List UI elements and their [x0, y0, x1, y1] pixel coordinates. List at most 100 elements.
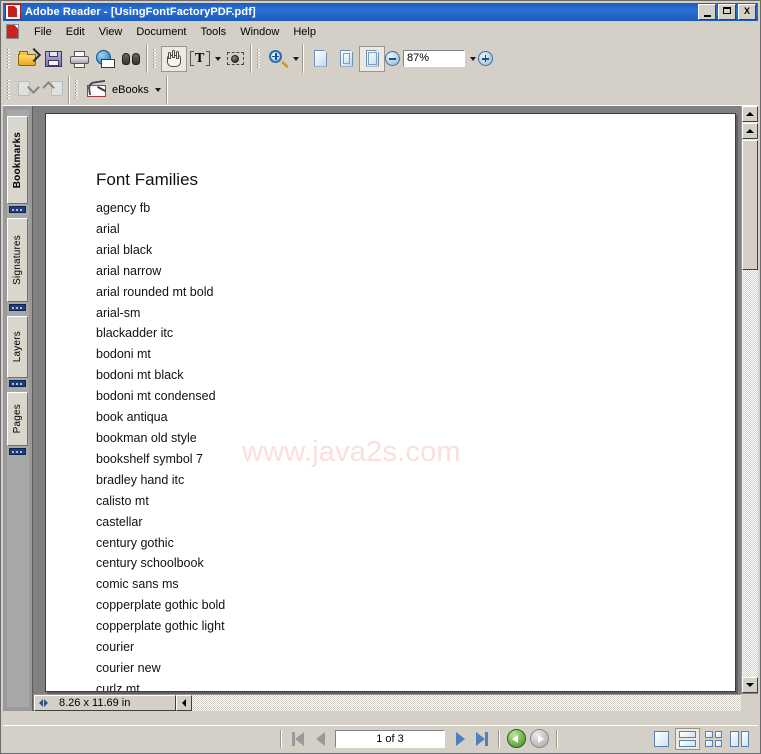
fit-page-button[interactable] — [333, 46, 359, 72]
list-item: copperplate gothic light — [96, 619, 225, 634]
vertical-scrollbar-thumb[interactable] — [742, 140, 758, 270]
toolbar-grip[interactable] — [257, 47, 262, 70]
vertical-scrollbar[interactable] — [741, 106, 758, 693]
layers-tab-grip[interactable] — [9, 380, 26, 387]
menu-item-tools[interactable]: Tools — [194, 24, 234, 40]
list-item: bodoni mt black — [96, 368, 184, 383]
menu-item-help[interactable]: Help — [286, 24, 323, 40]
globe-envelope-icon — [95, 49, 117, 69]
facing-pages-icon — [705, 730, 722, 747]
ebooks-group: eBooks — [71, 75, 168, 104]
sidebar-tab-bookmarks-label: Bookmarks — [12, 131, 23, 189]
zoom-tool-chevron-down-icon[interactable] — [291, 47, 301, 71]
signatures-tab-grip[interactable] — [9, 304, 26, 311]
document-work-area: Bookmarks Signatures Layers Pages Font F… — [3, 105, 758, 711]
horizontal-scrollbar-thumb[interactable] — [176, 695, 192, 711]
email-button[interactable] — [93, 46, 119, 72]
continuous-layout-button[interactable] — [675, 727, 700, 750]
actual-size-button[interactable] — [307, 46, 333, 72]
minimize-button[interactable] — [698, 4, 716, 20]
menu-item-window[interactable]: Window — [233, 24, 286, 40]
continuous-facing-pages-icon — [730, 730, 749, 747]
scroll-page-up-button[interactable] — [742, 123, 758, 139]
pdf-page: Font Families agency fb arial arial blac… — [45, 113, 736, 692]
zoom-input[interactable]: 87% — [403, 50, 465, 67]
adobe-reader-window: Adobe Reader - [UsingFontFactoryPDF.pdf]… — [0, 0, 761, 754]
minimize-icon — [699, 15, 715, 17]
zoom-in-circle-icon[interactable] — [478, 51, 493, 66]
menu-item-edit[interactable]: Edit — [59, 24, 92, 40]
forward-arrow-icon[interactable] — [530, 729, 549, 748]
select-text-button[interactable] — [187, 46, 213, 72]
divider — [556, 729, 558, 748]
sidebar-tab-bookmarks[interactable]: Bookmarks — [7, 116, 28, 204]
page-size-indicator: 8.26 x 11.69 in — [34, 695, 176, 711]
ebooks-button[interactable]: eBooks — [83, 78, 165, 102]
menu-item-document[interactable]: Document — [129, 24, 193, 40]
zoom-level-chevron-down-icon[interactable] — [468, 47, 478, 71]
toolbar-grip[interactable] — [7, 47, 12, 70]
zoom-tool-button[interactable] — [265, 46, 291, 72]
scroll-up-button[interactable] — [742, 106, 758, 122]
first-page-button[interactable] — [287, 729, 309, 749]
list-item: arial — [96, 221, 120, 236]
last-page-button[interactable] — [471, 729, 493, 749]
list-item: arial black — [96, 242, 153, 257]
open-file-button[interactable] — [15, 46, 42, 72]
page-width-icon — [363, 49, 381, 69]
list-item: castellar — [96, 514, 143, 529]
toolbar-grip[interactable] — [7, 78, 12, 101]
acrobat-icon — [5, 4, 21, 20]
list-item: courier — [96, 640, 135, 655]
bookmarks-tab-grip[interactable] — [9, 206, 26, 213]
close-button[interactable]: X — [738, 4, 756, 20]
acrobat-logo-icon — [5, 24, 21, 40]
back-arrow-icon[interactable] — [507, 729, 526, 748]
list-item: bookman old style — [96, 430, 197, 445]
pages-tab-grip[interactable] — [9, 448, 26, 455]
facing-layout-button[interactable] — [701, 728, 726, 750]
horizontal-scrollbar[interactable]: 8.26 x 11.69 in — [34, 694, 741, 711]
single-page-layout-button[interactable] — [649, 728, 674, 750]
status-bar: 1 of 3 — [3, 725, 758, 751]
continuous-facing-layout-button[interactable] — [727, 728, 752, 750]
sidebar-tab-signatures[interactable]: Signatures — [7, 218, 28, 302]
next-page-button[interactable] — [449, 729, 471, 749]
sidebar-tab-layers[interactable]: Layers — [7, 316, 28, 378]
sidebar-tab-pages[interactable]: Pages — [7, 392, 28, 446]
resize-handle-icon[interactable] — [35, 696, 51, 710]
scroll-down-button[interactable] — [742, 677, 758, 693]
toolbar-grip[interactable] — [75, 78, 80, 101]
page-canvas: Font Families agency fb arial arial blac… — [34, 106, 740, 693]
list-item: bodoni mt — [96, 347, 151, 362]
view-history-group — [3, 75, 70, 104]
snapshot-button[interactable] — [223, 46, 249, 72]
fit-width-button[interactable] — [359, 45, 385, 72]
list-item: bodoni mt condensed — [96, 389, 216, 404]
search-button[interactable] — [119, 46, 145, 72]
previous-view-button[interactable] — [15, 77, 41, 103]
print-button[interactable] — [67, 46, 93, 72]
toolbar-grip[interactable] — [153, 47, 158, 70]
printer-icon — [69, 49, 91, 69]
menu-item-view[interactable]: View — [92, 24, 130, 40]
menu-item-file[interactable]: File — [27, 24, 59, 40]
save-button[interactable] — [41, 46, 67, 72]
list-item: arial rounded mt bold — [96, 284, 214, 299]
hand-icon — [164, 49, 184, 69]
select-tool-chevron-down-icon[interactable] — [213, 47, 223, 71]
ebooks-chevron-down-icon[interactable] — [153, 78, 163, 102]
list-item: agency fb — [96, 201, 151, 215]
zoom-out-circle-icon[interactable] — [385, 51, 400, 66]
list-item: bradley hand itc — [96, 472, 185, 487]
divider — [498, 729, 500, 748]
list-item: calisto mt — [96, 493, 149, 508]
hand-tool-button[interactable] — [161, 45, 187, 72]
maximize-button[interactable] — [718, 4, 736, 20]
chevron-up-icon — [746, 112, 754, 116]
next-page-icon — [455, 731, 465, 746]
next-view-button[interactable] — [41, 77, 67, 103]
list-item: comic sans ms — [96, 577, 179, 592]
page-number-input[interactable]: 1 of 3 — [335, 729, 445, 748]
previous-page-button[interactable] — [309, 729, 331, 749]
